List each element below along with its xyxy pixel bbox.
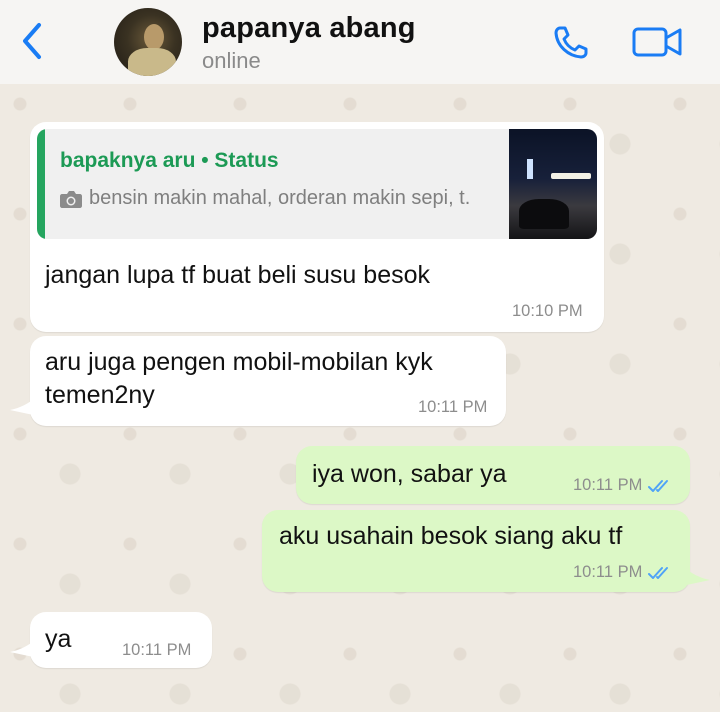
read-receipt-icon (648, 480, 668, 492)
phone-icon (554, 26, 588, 59)
quote-text: bensin makin mahal, orderan makin sepi, … (89, 187, 471, 209)
camera-icon (60, 191, 82, 208)
video-camera-icon (632, 27, 682, 57)
bubble-tail (682, 566, 710, 586)
contact-status: online (202, 48, 261, 73)
status-thumbnail (509, 129, 597, 239)
back-button[interactable] (14, 20, 48, 62)
voice-call-button[interactable] (550, 22, 594, 62)
message-time: 10:11 PM (573, 563, 643, 581)
contact-name[interactable]: papanya abang (202, 12, 416, 45)
message-text: jangan lupa tf buat beli susu besok (45, 261, 430, 289)
message-text: aku usahain besok siang aku tf (279, 522, 623, 550)
message-time: 10:11 PM (122, 641, 192, 659)
video-call-button[interactable] (630, 22, 684, 62)
quote-accent-bar (37, 129, 45, 239)
message-time: 10:11 PM (573, 476, 643, 494)
avatar[interactable] (114, 8, 182, 76)
chat-header: papanya abang online (0, 0, 720, 84)
chevron-left-icon (23, 23, 41, 59)
quoted-status-reply[interactable]: bapaknya aru • Status bensin makin mahal… (37, 129, 597, 239)
quote-author: bapaknya aru • Status (60, 149, 279, 172)
message-time: 10:10 PM (512, 302, 583, 320)
message-text: ya (45, 625, 72, 653)
message-time: 10:11 PM (418, 398, 488, 416)
message-text: iya won, sabar ya (312, 460, 507, 488)
bubble-tail (10, 638, 38, 658)
read-receipt-icon (648, 567, 668, 579)
bubble-tail (10, 396, 38, 416)
